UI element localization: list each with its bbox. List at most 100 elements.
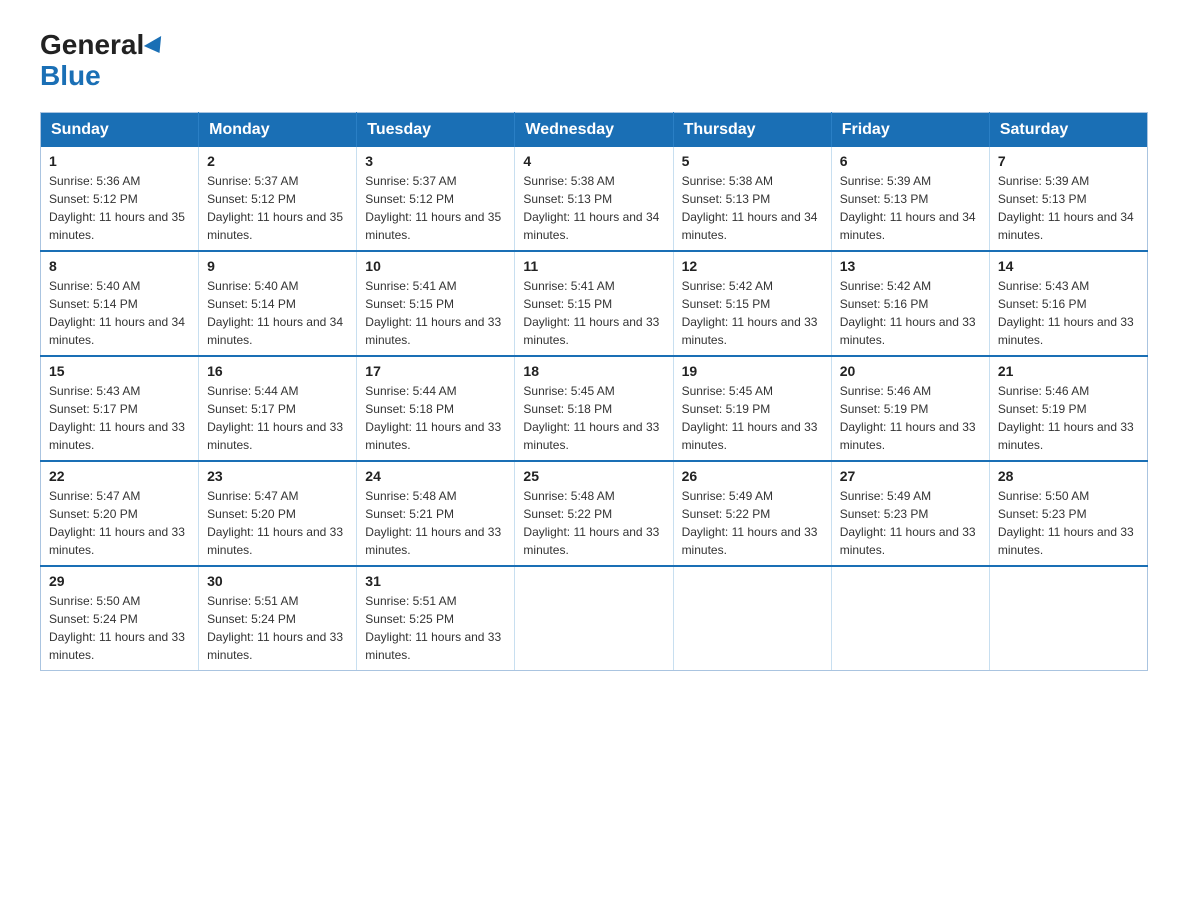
calendar-table: SundayMondayTuesdayWednesdayThursdayFrid…: [40, 112, 1148, 671]
day-number: 24: [365, 468, 506, 484]
day-number: 11: [523, 258, 664, 274]
day-info: Sunrise: 5:42 AM Sunset: 5:16 PM Dayligh…: [840, 277, 981, 349]
logo: General Blue: [40, 30, 166, 92]
calendar-header-row: SundayMondayTuesdayWednesdayThursdayFrid…: [41, 112, 1148, 147]
day-number: 22: [49, 468, 190, 484]
calendar-cell: 26 Sunrise: 5:49 AM Sunset: 5:22 PM Dayl…: [673, 461, 831, 566]
calendar-cell: 8 Sunrise: 5:40 AM Sunset: 5:14 PM Dayli…: [41, 251, 199, 356]
calendar-cell: 29 Sunrise: 5:50 AM Sunset: 5:24 PM Dayl…: [41, 566, 199, 671]
logo-triangle-icon: [144, 36, 168, 58]
day-number: 30: [207, 573, 348, 589]
day-info: Sunrise: 5:50 AM Sunset: 5:24 PM Dayligh…: [49, 592, 190, 664]
day-info: Sunrise: 5:44 AM Sunset: 5:18 PM Dayligh…: [365, 382, 506, 454]
calendar-cell: 3 Sunrise: 5:37 AM Sunset: 5:12 PM Dayli…: [357, 147, 515, 251]
day-number: 20: [840, 363, 981, 379]
day-info: Sunrise: 5:49 AM Sunset: 5:22 PM Dayligh…: [682, 487, 823, 559]
header-wednesday: Wednesday: [515, 112, 673, 147]
day-number: 15: [49, 363, 190, 379]
day-number: 27: [840, 468, 981, 484]
day-number: 2: [207, 153, 348, 169]
day-info: Sunrise: 5:45 AM Sunset: 5:18 PM Dayligh…: [523, 382, 664, 454]
day-info: Sunrise: 5:48 AM Sunset: 5:22 PM Dayligh…: [523, 487, 664, 559]
day-number: 1: [49, 153, 190, 169]
day-number: 17: [365, 363, 506, 379]
day-number: 29: [49, 573, 190, 589]
day-info: Sunrise: 5:43 AM Sunset: 5:16 PM Dayligh…: [998, 277, 1139, 349]
calendar-cell: 15 Sunrise: 5:43 AM Sunset: 5:17 PM Dayl…: [41, 356, 199, 461]
calendar-cell: 14 Sunrise: 5:43 AM Sunset: 5:16 PM Dayl…: [989, 251, 1147, 356]
calendar-cell: 13 Sunrise: 5:42 AM Sunset: 5:16 PM Dayl…: [831, 251, 989, 356]
calendar-cell: 2 Sunrise: 5:37 AM Sunset: 5:12 PM Dayli…: [199, 147, 357, 251]
header-sunday: Sunday: [41, 112, 199, 147]
calendar-cell: 24 Sunrise: 5:48 AM Sunset: 5:21 PM Dayl…: [357, 461, 515, 566]
day-info: Sunrise: 5:45 AM Sunset: 5:19 PM Dayligh…: [682, 382, 823, 454]
day-info: Sunrise: 5:38 AM Sunset: 5:13 PM Dayligh…: [682, 172, 823, 244]
calendar-week-row: 29 Sunrise: 5:50 AM Sunset: 5:24 PM Dayl…: [41, 566, 1148, 671]
day-number: 6: [840, 153, 981, 169]
day-number: 5: [682, 153, 823, 169]
calendar-cell: 11 Sunrise: 5:41 AM Sunset: 5:15 PM Dayl…: [515, 251, 673, 356]
calendar-cell: 4 Sunrise: 5:38 AM Sunset: 5:13 PM Dayli…: [515, 147, 673, 251]
calendar-cell: 6 Sunrise: 5:39 AM Sunset: 5:13 PM Dayli…: [831, 147, 989, 251]
calendar-cell: 9 Sunrise: 5:40 AM Sunset: 5:14 PM Dayli…: [199, 251, 357, 356]
calendar-cell: 22 Sunrise: 5:47 AM Sunset: 5:20 PM Dayl…: [41, 461, 199, 566]
calendar-cell: [831, 566, 989, 671]
day-info: Sunrise: 5:46 AM Sunset: 5:19 PM Dayligh…: [998, 382, 1139, 454]
day-number: 23: [207, 468, 348, 484]
day-info: Sunrise: 5:42 AM Sunset: 5:15 PM Dayligh…: [682, 277, 823, 349]
page-header: General Blue: [40, 30, 1148, 92]
day-info: Sunrise: 5:38 AM Sunset: 5:13 PM Dayligh…: [523, 172, 664, 244]
day-info: Sunrise: 5:50 AM Sunset: 5:23 PM Dayligh…: [998, 487, 1139, 559]
calendar-cell: 27 Sunrise: 5:49 AM Sunset: 5:23 PM Dayl…: [831, 461, 989, 566]
calendar-week-row: 22 Sunrise: 5:47 AM Sunset: 5:20 PM Dayl…: [41, 461, 1148, 566]
day-number: 3: [365, 153, 506, 169]
calendar-cell: 17 Sunrise: 5:44 AM Sunset: 5:18 PM Dayl…: [357, 356, 515, 461]
calendar-cell: 5 Sunrise: 5:38 AM Sunset: 5:13 PM Dayli…: [673, 147, 831, 251]
day-info: Sunrise: 5:51 AM Sunset: 5:25 PM Dayligh…: [365, 592, 506, 664]
day-info: Sunrise: 5:40 AM Sunset: 5:14 PM Dayligh…: [207, 277, 348, 349]
calendar-cell: 28 Sunrise: 5:50 AM Sunset: 5:23 PM Dayl…: [989, 461, 1147, 566]
day-number: 26: [682, 468, 823, 484]
calendar-cell: [673, 566, 831, 671]
calendar-cell: 10 Sunrise: 5:41 AM Sunset: 5:15 PM Dayl…: [357, 251, 515, 356]
day-info: Sunrise: 5:39 AM Sunset: 5:13 PM Dayligh…: [998, 172, 1139, 244]
calendar-cell: 30 Sunrise: 5:51 AM Sunset: 5:24 PM Dayl…: [199, 566, 357, 671]
day-number: 28: [998, 468, 1139, 484]
day-number: 8: [49, 258, 190, 274]
day-number: 14: [998, 258, 1139, 274]
header-thursday: Thursday: [673, 112, 831, 147]
calendar-cell: 19 Sunrise: 5:45 AM Sunset: 5:19 PM Dayl…: [673, 356, 831, 461]
calendar-cell: [989, 566, 1147, 671]
calendar-cell: 21 Sunrise: 5:46 AM Sunset: 5:19 PM Dayl…: [989, 356, 1147, 461]
day-info: Sunrise: 5:51 AM Sunset: 5:24 PM Dayligh…: [207, 592, 348, 664]
calendar-cell: 20 Sunrise: 5:46 AM Sunset: 5:19 PM Dayl…: [831, 356, 989, 461]
day-number: 13: [840, 258, 981, 274]
day-number: 21: [998, 363, 1139, 379]
logo-blue: Blue: [40, 60, 101, 91]
calendar-cell: 12 Sunrise: 5:42 AM Sunset: 5:15 PM Dayl…: [673, 251, 831, 356]
day-number: 9: [207, 258, 348, 274]
calendar-cell: 1 Sunrise: 5:36 AM Sunset: 5:12 PM Dayli…: [41, 147, 199, 251]
day-info: Sunrise: 5:49 AM Sunset: 5:23 PM Dayligh…: [840, 487, 981, 559]
day-info: Sunrise: 5:44 AM Sunset: 5:17 PM Dayligh…: [207, 382, 348, 454]
day-info: Sunrise: 5:41 AM Sunset: 5:15 PM Dayligh…: [365, 277, 506, 349]
header-monday: Monday: [199, 112, 357, 147]
day-info: Sunrise: 5:46 AM Sunset: 5:19 PM Dayligh…: [840, 382, 981, 454]
header-friday: Friday: [831, 112, 989, 147]
day-number: 12: [682, 258, 823, 274]
logo-text: General Blue: [40, 30, 166, 92]
day-info: Sunrise: 5:37 AM Sunset: 5:12 PM Dayligh…: [207, 172, 348, 244]
calendar-cell: 31 Sunrise: 5:51 AM Sunset: 5:25 PM Dayl…: [357, 566, 515, 671]
calendar-week-row: 8 Sunrise: 5:40 AM Sunset: 5:14 PM Dayli…: [41, 251, 1148, 356]
day-info: Sunrise: 5:47 AM Sunset: 5:20 PM Dayligh…: [49, 487, 190, 559]
day-info: Sunrise: 5:41 AM Sunset: 5:15 PM Dayligh…: [523, 277, 664, 349]
calendar-cell: 25 Sunrise: 5:48 AM Sunset: 5:22 PM Dayl…: [515, 461, 673, 566]
calendar-cell: 23 Sunrise: 5:47 AM Sunset: 5:20 PM Dayl…: [199, 461, 357, 566]
day-number: 4: [523, 153, 664, 169]
day-info: Sunrise: 5:48 AM Sunset: 5:21 PM Dayligh…: [365, 487, 506, 559]
day-info: Sunrise: 5:36 AM Sunset: 5:12 PM Dayligh…: [49, 172, 190, 244]
day-number: 19: [682, 363, 823, 379]
day-number: 31: [365, 573, 506, 589]
header-tuesday: Tuesday: [357, 112, 515, 147]
day-number: 10: [365, 258, 506, 274]
